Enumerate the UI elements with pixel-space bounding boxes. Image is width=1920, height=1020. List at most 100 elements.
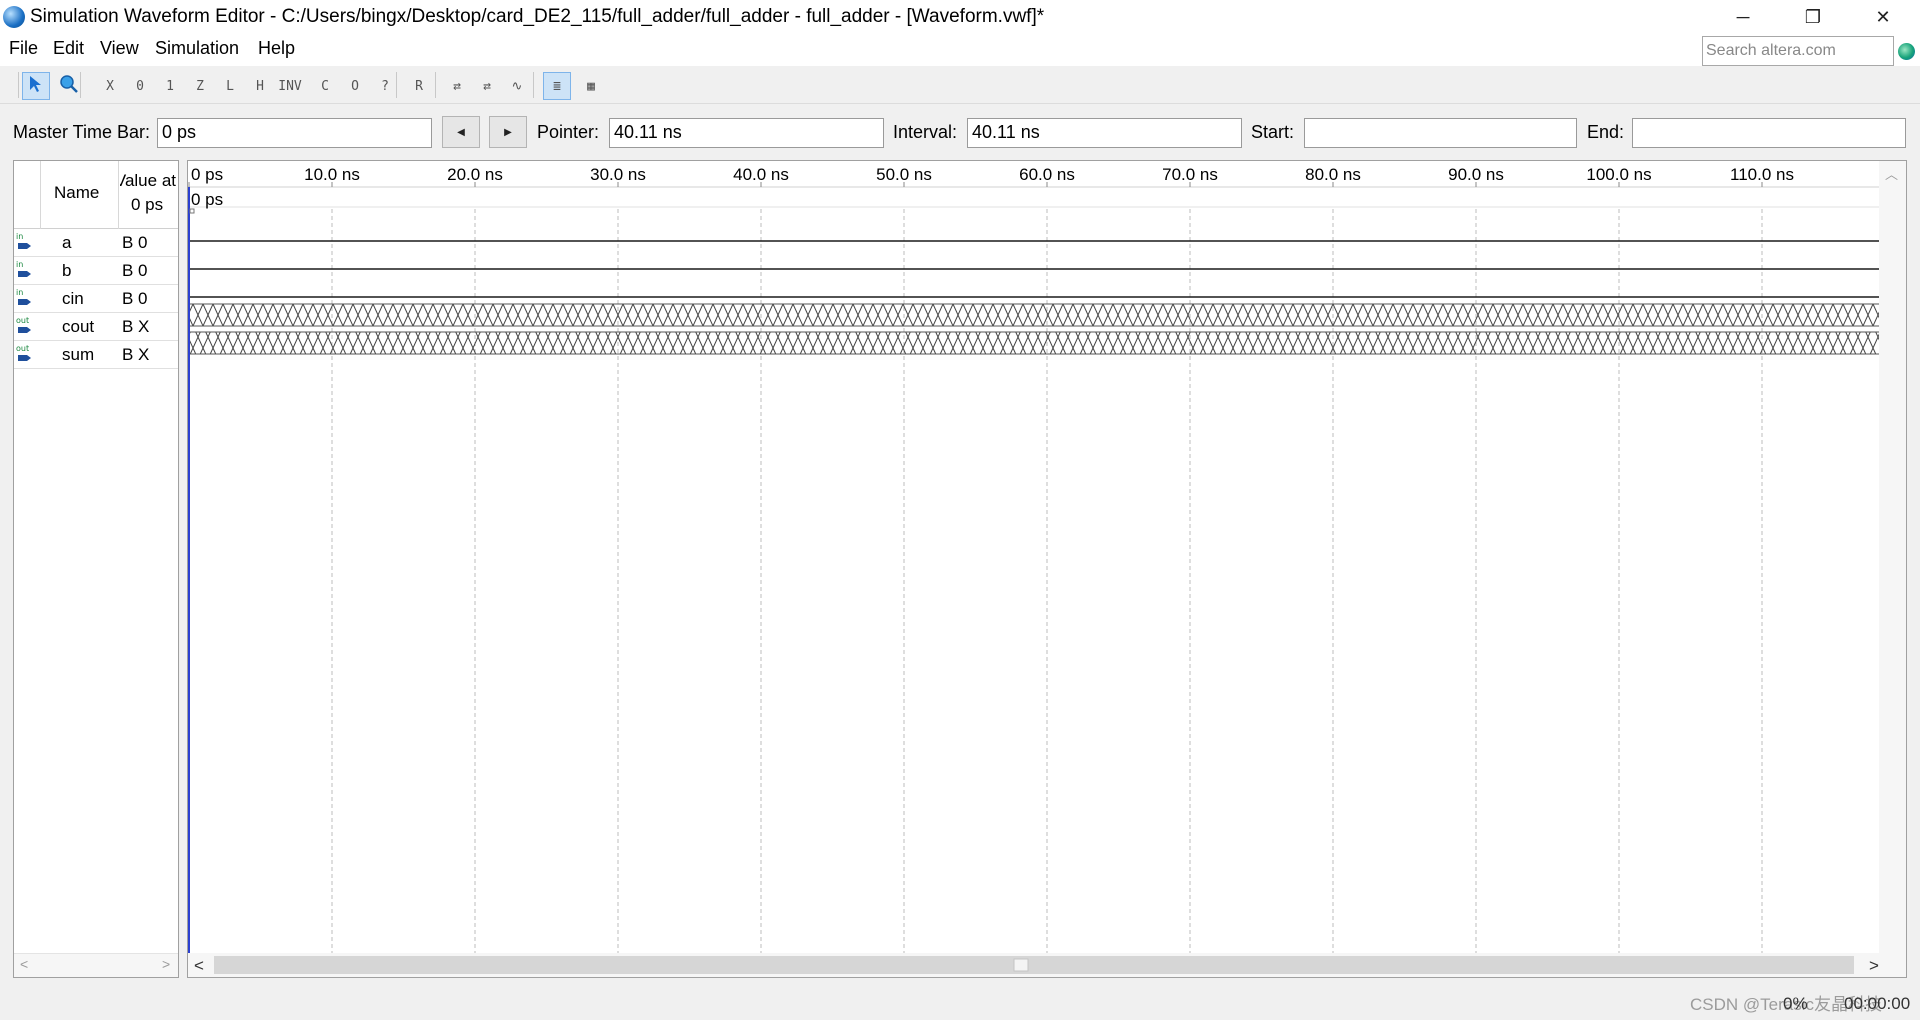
output-pin-icon: out: [16, 344, 32, 364]
signal-name: sum: [62, 345, 95, 364]
force-low-icon: 0: [136, 78, 144, 94]
menu-edit[interactable]: Edit: [53, 38, 84, 59]
run-functional-simulation-button[interactable]: ⇄: [443, 72, 471, 100]
scroll-right-icon[interactable]: >: [162, 956, 170, 972]
toolbar: X 0 1 Z L H INV C O? R ⇄ ⇄ ∿ ≣ ▦: [0, 68, 1920, 104]
overwrite-clock-icon: O: [351, 78, 359, 94]
arbitrary-value-icon: R: [415, 78, 423, 94]
time-label: 100.0 ns: [1586, 165, 1651, 184]
invert-button[interactable]: INV: [276, 72, 304, 100]
signal-list-scrollbar[interactable]: < >: [14, 953, 178, 977]
pointer-label: Pointer:: [537, 122, 600, 142]
signal-waveform-unknown: [189, 332, 1879, 354]
waveform-panel[interactable]: 0 ps 10.0 ns 20.0 ns 30.0 ns 40.0 ns 50.0 ns 6…: [187, 160, 1907, 978]
next-transition-button[interactable]: ▶: [489, 116, 527, 148]
force-weak-high-icon: H: [256, 78, 264, 94]
signal-row-cin[interactable]: in cin B 0: [14, 285, 178, 313]
signal-value: B 0: [122, 233, 148, 252]
menu-bar: File Edit View Simulation Help: [0, 34, 1920, 66]
time-label: 20.0 ns: [447, 165, 503, 184]
force-high-impedance-button[interactable]: Z: [186, 72, 214, 100]
force-low-button[interactable]: 0: [126, 72, 154, 100]
signal-name: a: [62, 233, 72, 252]
time-label: 80.0 ns: [1305, 165, 1361, 184]
menu-simulation[interactable]: Simulation: [155, 38, 239, 59]
input-pin-icon: in: [16, 288, 32, 308]
signal-row-b[interactable]: in b B 0: [14, 257, 178, 285]
signal-list-panel: Name Value at 0 ps in a B 0 in b B 0 in cin B 0 o…: [13, 160, 179, 978]
maximize-button[interactable]: ❐: [1784, 0, 1842, 34]
app-icon: [3, 6, 25, 28]
previous-transition-button[interactable]: ◀: [442, 116, 480, 148]
random-values-button[interactable]: ?: [371, 72, 399, 100]
cursor-handle: [189, 208, 195, 214]
selection-tool-button[interactable]: [22, 72, 50, 100]
signal-row-sum[interactable]: out sum B X: [14, 341, 178, 369]
time-label: 10.0 ns: [304, 165, 360, 184]
count-value-button[interactable]: C: [311, 72, 339, 100]
scroll-left-icon[interactable]: <: [20, 956, 28, 972]
time-label: 40.0 ns: [733, 165, 789, 184]
waveform-compare-button[interactable]: ≣: [543, 72, 571, 100]
progress-percent: 0%: [1783, 994, 1808, 1013]
arbitrary-value-button[interactable]: R: [405, 72, 433, 100]
menu-help[interactable]: Help: [258, 38, 295, 59]
master-time-bar-field[interactable]: 0 ps: [157, 118, 432, 148]
close-button[interactable]: ✕: [1854, 0, 1912, 34]
value-column-time: 0 ps: [131, 195, 164, 214]
start-label: Start:: [1251, 122, 1295, 142]
run-timing-simulation-button[interactable]: ⇄: [473, 72, 501, 100]
scroll-right-icon: >: [1869, 956, 1879, 975]
menu-view[interactable]: View: [100, 38, 139, 59]
time-label: 70.0 ns: [1162, 165, 1218, 184]
pointer-field[interactable]: 40.11 ns: [609, 118, 884, 148]
name-column-header[interactable]: Name: [54, 183, 99, 203]
grid-settings-button[interactable]: ▦: [577, 72, 605, 100]
selection-tool-icon: [29, 75, 43, 97]
force-high-impedance-icon: Z: [196, 78, 204, 94]
zoom-tool-icon: [59, 74, 79, 98]
force-unknown-button[interactable]: X: [96, 72, 124, 100]
scroll-left-icon: <: [194, 956, 204, 975]
start-field[interactable]: [1304, 118, 1577, 148]
count-value-icon: C: [321, 78, 329, 94]
minimize-icon: ─: [1736, 6, 1750, 27]
force-high-button[interactable]: 1: [156, 72, 184, 100]
interval-field[interactable]: 40.11 ns: [967, 118, 1242, 148]
signal-list-header: Name Value at 0 ps: [14, 161, 178, 229]
input-pin-icon: in: [16, 260, 32, 280]
arrow-left-icon: ◀: [457, 126, 465, 138]
run-timing-simulation-icon: ⇄: [483, 78, 491, 94]
signal-row-cout[interactable]: out cout B X: [14, 313, 178, 341]
end-field[interactable]: [1632, 118, 1906, 148]
globe-icon[interactable]: [1898, 43, 1915, 60]
run-functional-simulation-icon: ⇄: [453, 78, 461, 94]
close-icon: ✕: [1875, 6, 1891, 27]
toolbar-separator: [80, 72, 81, 98]
toolbar-separator: [533, 72, 534, 98]
time-label: 0 ps: [191, 165, 223, 184]
overwrite-clock-button[interactable]: O: [341, 72, 369, 100]
minimize-button[interactable]: ─: [1714, 0, 1772, 34]
waveform-canvas[interactable]: 0 ps 10.0 ns 20.0 ns 30.0 ns 40.0 ns 50.0 ns 6…: [188, 161, 1906, 977]
menu-file[interactable]: File: [9, 38, 38, 59]
time-label: 30.0 ns: [590, 165, 646, 184]
force-weak-low-button[interactable]: L: [216, 72, 244, 100]
input-pin-icon: in: [16, 232, 32, 252]
force-weak-high-button[interactable]: H: [246, 72, 274, 100]
scroll-up-icon: ︿: [1885, 167, 1898, 182]
column-divider[interactable]: [40, 161, 41, 229]
generate-netlist-button[interactable]: ∿: [503, 72, 531, 100]
search-input[interactable]: Search altera.com: [1702, 36, 1894, 66]
signal-row-a[interactable]: in a B 0: [14, 229, 178, 257]
force-unknown-icon: X: [106, 78, 114, 94]
value-column-header[interactable]: Value at: [120, 171, 176, 191]
signal-value: B X: [122, 345, 150, 364]
force-high-icon: 1: [166, 78, 174, 94]
force-weak-low-icon: L: [226, 78, 234, 94]
zoom-tool-button[interactable]: [55, 72, 83, 100]
signal-value: B X: [122, 317, 150, 336]
column-divider[interactable]: [118, 161, 119, 229]
signal-name: cin: [62, 289, 84, 308]
grid-settings-icon: ▦: [587, 78, 595, 94]
